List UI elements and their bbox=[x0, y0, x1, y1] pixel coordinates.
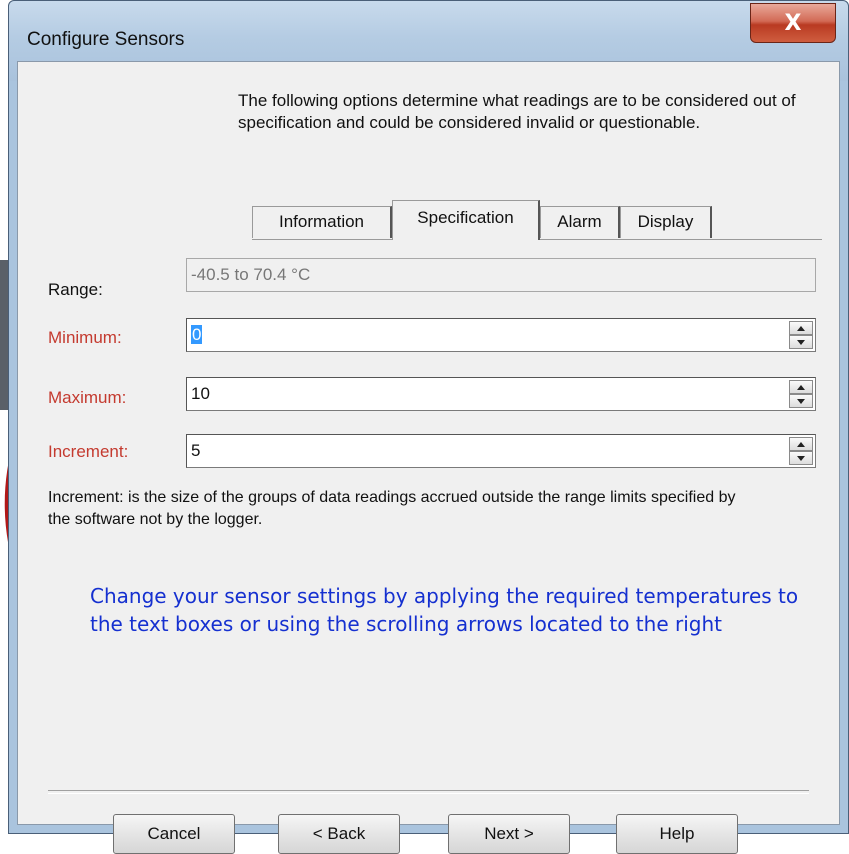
maximum-label: Maximum: bbox=[48, 388, 127, 407]
spin-up-icon[interactable] bbox=[789, 437, 813, 451]
minimum-spinner[interactable] bbox=[789, 321, 813, 349]
minimum-input[interactable]: 0 bbox=[186, 318, 816, 352]
maximum-input[interactable]: 10 bbox=[186, 377, 816, 411]
increment-value: 5 bbox=[191, 441, 201, 460]
close-icon: X bbox=[784, 10, 802, 36]
spin-down-icon[interactable] bbox=[789, 451, 813, 465]
tab-display[interactable]: Display bbox=[620, 206, 712, 238]
tab-specification[interactable]: Specification bbox=[392, 200, 540, 240]
range-value: -40.5 to 70.4 °C bbox=[191, 265, 311, 284]
button-separator bbox=[48, 790, 809, 794]
range-field: -40.5 to 70.4 °C bbox=[186, 258, 816, 292]
intro-text: The following options determine what rea… bbox=[238, 91, 796, 132]
maximum-value: 10 bbox=[191, 384, 210, 403]
help-button[interactable]: Help bbox=[616, 814, 738, 854]
configure-sensors-dialog: Configure Sensors X The following option… bbox=[8, 0, 849, 854]
cancel-button[interactable]: Cancel bbox=[113, 814, 235, 854]
minimum-label: Minimum: bbox=[48, 328, 122, 347]
close-button[interactable]: X bbox=[750, 3, 836, 43]
range-label: Range: bbox=[48, 280, 103, 299]
spin-down-icon[interactable] bbox=[789, 335, 813, 349]
spin-up-icon[interactable] bbox=[789, 321, 813, 335]
increment-label: Increment: bbox=[48, 442, 129, 461]
maximum-spinner[interactable] bbox=[789, 380, 813, 408]
tab-alarm[interactable]: Alarm bbox=[540, 206, 620, 238]
tab-information[interactable]: Information bbox=[252, 206, 392, 238]
window-title: Configure Sensors bbox=[27, 29, 185, 50]
dialog-body: The following options determine what rea… bbox=[17, 61, 840, 854]
increment-spinner[interactable] bbox=[789, 437, 813, 465]
spin-down-icon[interactable] bbox=[789, 394, 813, 408]
increment-input[interactable]: 5 bbox=[186, 434, 816, 468]
instruction-text: Change your sensor settings by applying … bbox=[90, 584, 799, 636]
back-button[interactable]: < Back bbox=[278, 814, 400, 854]
next-button[interactable]: Next > bbox=[448, 814, 570, 854]
increment-note: Increment: is the size of the groups of … bbox=[48, 489, 736, 528]
spin-up-icon[interactable] bbox=[789, 380, 813, 394]
minimum-value: 0 bbox=[191, 325, 203, 344]
